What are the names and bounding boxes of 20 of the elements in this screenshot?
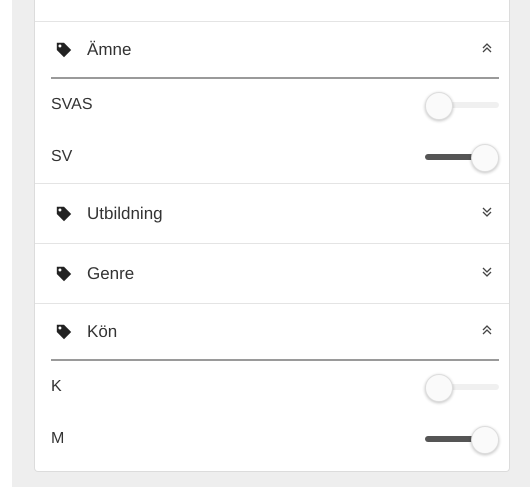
section-title[interactable]: Utbildning	[87, 204, 481, 224]
toggle-switch[interactable]	[425, 372, 499, 402]
tag-icon	[55, 204, 73, 222]
option-label: SVAS	[51, 96, 94, 114]
expand-icon[interactable]	[481, 206, 493, 218]
option-label: K	[51, 378, 63, 396]
section-title[interactable]: Kön	[87, 322, 481, 342]
toggle-switch[interactable]	[425, 142, 499, 172]
tag-icon	[55, 322, 73, 340]
toggle-switch[interactable]	[425, 424, 499, 454]
option-label: SV	[51, 148, 74, 166]
collapse-icon[interactable]	[481, 324, 493, 336]
section-title[interactable]: Ämne	[87, 40, 481, 60]
expand-icon[interactable]	[481, 266, 493, 278]
toggle-switch[interactable]	[425, 90, 499, 120]
tag-icon	[55, 40, 73, 58]
tag-icon	[55, 264, 73, 282]
option-label: M	[51, 430, 66, 448]
collapse-icon[interactable]	[481, 42, 493, 54]
section-title[interactable]: Genre	[87, 264, 481, 284]
